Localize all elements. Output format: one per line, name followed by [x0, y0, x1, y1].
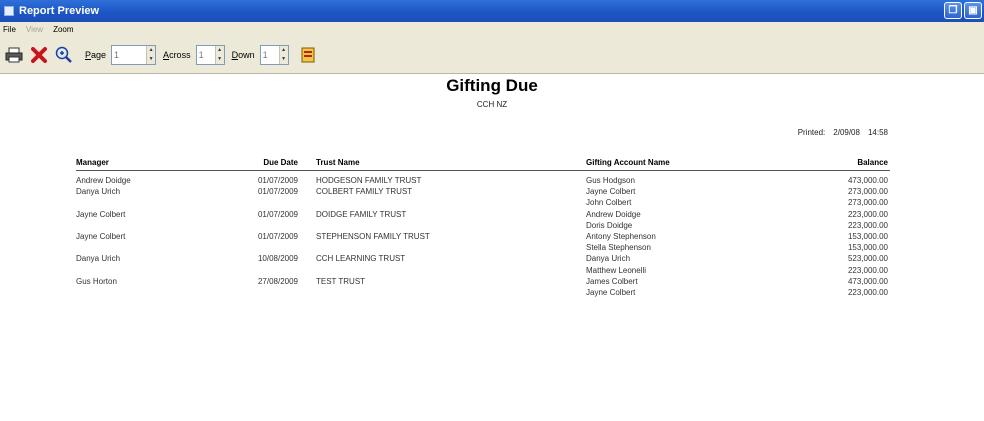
cell-account-name: Antony Stephenson: [586, 232, 656, 241]
cell-due-date: 27/08/2009: [257, 276, 298, 286]
across-label: Across: [163, 49, 191, 60]
down-input[interactable]: [260, 45, 279, 64]
cell-account-name: John Colbert: [586, 198, 632, 208]
header-divider: [76, 170, 890, 171]
cell-balance: 153,000.00: [847, 243, 888, 253]
menu-view[interactable]: View: [26, 25, 43, 34]
maximize-button[interactable]: ▣: [964, 2, 982, 19]
printed-info: Printed: 2/09/08 14:58: [798, 128, 888, 137]
restore-button[interactable]: ❐: [944, 2, 962, 19]
cell-balance: 223,000.00: [847, 209, 888, 219]
zoom-button[interactable]: [53, 44, 75, 66]
cell-account-name: Danya Urich: [586, 254, 631, 264]
cell-balance: 223,000.00: [847, 220, 888, 230]
cell-due-date: 01/07/2009: [257, 209, 298, 219]
cell-balance: 223,000.00: [847, 288, 888, 297]
cell-due-date: 10/08/2009: [257, 254, 298, 264]
cell-manager: Jayne Colbert: [76, 232, 126, 241]
cell-account-name: Stella Stephenson: [586, 243, 651, 253]
cell-account-name: James Colbert: [586, 276, 638, 286]
cell-manager: Andrew Doidge: [76, 176, 131, 185]
report-title: Gifting Due: [446, 76, 538, 95]
cell-balance: 223,000.00: [847, 265, 888, 275]
column-header-account-name: Gifting Account Name: [586, 158, 670, 167]
toolbar: Page ▲▼ Across ▲▼ Down ▲▼: [0, 36, 984, 74]
cell-account-name: Andrew Doidge: [586, 209, 641, 219]
menu-bar: File View Zoom: [0, 22, 984, 36]
cell-account-name: Gus Hodgson: [586, 176, 635, 185]
down-arrow-icon[interactable]: ▼: [280, 55, 288, 64]
across-stepper[interactable]: ▲▼: [195, 44, 225, 65]
app-icon[interactable]: [4, 6, 14, 16]
menu-file[interactable]: File: [3, 25, 16, 34]
cell-account-name: Jayne Colbert: [586, 288, 636, 297]
cell-balance: 153,000.00: [847, 232, 888, 241]
report-subtitle: CCH NZ: [476, 100, 508, 109]
cell-balance: 523,000.00: [847, 254, 888, 264]
cell-account-name: Jayne Colbert: [586, 187, 636, 197]
cell-due-date: 01/07/2009: [257, 232, 298, 241]
cell-trust-name: TEST TRUST: [316, 276, 366, 286]
column-header-due-date: Due Date: [263, 158, 298, 167]
down-stepper[interactable]: ▲▼: [259, 44, 289, 65]
zoom-icon: [55, 46, 72, 63]
window-title: Report Preview: [19, 5, 100, 17]
cell-due-date: 01/07/2009: [257, 176, 298, 185]
down-arrow-icon[interactable]: ▼: [216, 55, 224, 64]
cell-manager: Danya Urich: [76, 187, 121, 197]
cell-trust-name: DOIDGE FAMILY TRUST: [316, 209, 407, 219]
down-arrow-icon[interactable]: ▼: [147, 55, 155, 64]
cell-account-name: Doris Doidge: [586, 220, 633, 230]
cell-balance: 473,000.00: [847, 276, 888, 286]
up-arrow-icon[interactable]: ▲: [280, 46, 288, 55]
across-stepper-arrows[interactable]: ▲ ▼: [214, 45, 224, 64]
cell-manager: Jayne Colbert: [76, 209, 126, 219]
printed-time: 14:58: [867, 128, 888, 137]
title-bar: Report Preview ❐ ▣: [0, 0, 984, 22]
page-stepper-arrows[interactable]: ▲ ▼: [146, 45, 156, 64]
printer-icon: [5, 47, 23, 62]
page-setup-icon: [301, 47, 315, 62]
printed-date: 2/09/08: [833, 128, 860, 137]
page-label: Page: [85, 49, 107, 60]
column-header-trust-name: Trust Name: [316, 158, 360, 167]
cell-account-name: Matthew Leonelli: [586, 265, 647, 275]
cell-balance: 473,000.00: [847, 176, 888, 185]
cell-due-date: 01/07/2009: [257, 187, 298, 197]
print-button[interactable]: [3, 44, 25, 66]
window-controls: ❐ ▣: [944, 2, 982, 19]
cell-trust-name: STEPHENSON FAMILY TRUST: [316, 232, 430, 241]
close-button[interactable]: [28, 44, 50, 66]
menu-zoom[interactable]: Zoom: [53, 25, 73, 34]
printed-label: Printed:: [797, 128, 826, 137]
down-label: Down: [231, 49, 255, 60]
cell-trust-name: CCH LEARNING TRUST: [316, 254, 406, 264]
page-input[interactable]: [112, 45, 147, 64]
cell-trust-name: HODGESON FAMILY TRUST: [316, 176, 422, 185]
column-header-balance: Balance: [857, 158, 888, 167]
cell-balance: 273,000.00: [847, 198, 888, 208]
page-stepper[interactable]: ▲▼: [111, 44, 157, 65]
across-input[interactable]: [196, 45, 215, 64]
up-arrow-icon[interactable]: ▲: [216, 46, 224, 55]
column-header-manager: Manager: [76, 158, 109, 167]
page-setup-button[interactable]: [297, 44, 319, 66]
cell-manager: Danya Urich: [76, 254, 121, 264]
cell-trust-name: COLBERT FAMILY TRUST: [316, 187, 413, 197]
close-icon: [31, 46, 47, 63]
cell-manager: Gus Horton: [76, 276, 117, 286]
up-arrow-icon[interactable]: ▲: [147, 46, 155, 55]
down-stepper-arrows[interactable]: ▲ ▼: [278, 45, 288, 64]
cell-balance: 273,000.00: [847, 187, 888, 197]
